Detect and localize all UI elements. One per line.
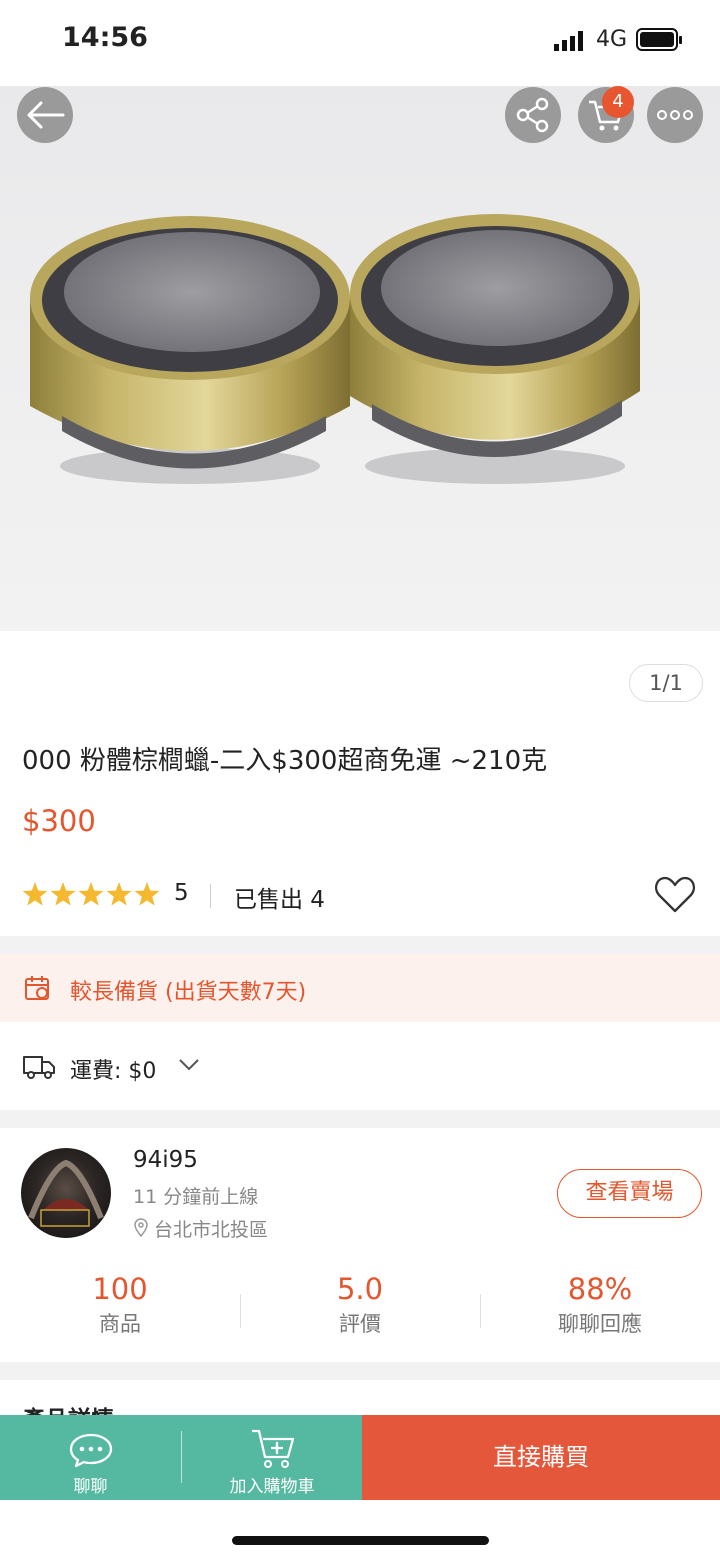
add-cart-icon [252, 1429, 295, 1468]
section-gap [0, 1362, 720, 1380]
stat-label: 評價 [339, 1312, 381, 1336]
product-image[interactable] [0, 86, 720, 631]
rating-count: 5 [174, 880, 189, 906]
back-button[interactable] [17, 87, 73, 143]
sold-count: 已售出 4 [234, 887, 325, 913]
truck-icon [23, 1056, 55, 1079]
product-title: 000 粉體棕櫚蠟-二入$300超商免運 ~210克 [22, 746, 548, 776]
view-shop-button[interactable]: 查看賣場 [557, 1169, 702, 1218]
bottom-action-bar: 聊聊 加入購物車 直接購買 [0, 1415, 720, 1500]
section-gap [0, 1110, 720, 1128]
image-counter: 1/1 [629, 664, 703, 702]
chevron-down-icon[interactable] [178, 1058, 200, 1072]
status-bar: 14:56 4G [0, 0, 720, 86]
buy-now-button[interactable]: 直接購買 [362, 1415, 720, 1500]
star-icon [22, 882, 48, 906]
location-icon [134, 1218, 148, 1238]
star-icon [106, 882, 132, 906]
section-gap [0, 936, 720, 954]
preorder-text: 較長備貨 (出貨天數7天) [70, 980, 307, 1005]
star-icon [50, 882, 76, 906]
stat-value: 5.0 [336, 1272, 384, 1306]
divider [210, 884, 211, 908]
more-button[interactable] [647, 87, 703, 143]
star-icon [78, 882, 104, 906]
back-icon [27, 101, 65, 129]
heart-icon[interactable] [654, 876, 696, 914]
stat-ratings[interactable]: 5.0 評價 [240, 1272, 480, 1338]
chat-label: 聊聊 [73, 1477, 108, 1497]
rating-stars [22, 882, 160, 906]
battery-icon [636, 28, 682, 51]
stat-label: 商品 [99, 1312, 141, 1336]
shipping-fee: 運費: $0 [70, 1059, 157, 1084]
stat-label: 聊聊回應 [558, 1312, 642, 1336]
seller-location: 台北市北投區 [154, 1219, 269, 1241]
stat-chat-response[interactable]: 88% 聊聊回應 [480, 1272, 720, 1338]
more-icon [657, 110, 693, 120]
signal-icon [554, 31, 583, 51]
add-cart-label: 加入購物車 [229, 1477, 315, 1497]
stat-value: 88% [567, 1272, 633, 1306]
product-price: $300 [22, 804, 96, 838]
stat-value: 100 [92, 1272, 148, 1306]
share-icon [516, 97, 549, 133]
stat-products[interactable]: 100 商品 [0, 1272, 240, 1338]
calendar-icon [25, 976, 49, 1000]
seller-avatar[interactable] [21, 1148, 111, 1238]
add-to-cart-button[interactable]: 加入購物車 [182, 1415, 362, 1500]
chat-icon [69, 1433, 113, 1468]
share-button[interactable] [505, 87, 561, 143]
product-photo [30, 214, 640, 484]
chat-button[interactable]: 聊聊 [0, 1415, 181, 1500]
seller-name[interactable]: 94i95 [133, 1147, 198, 1173]
seller-online-status: 11 分鐘前上線 [133, 1186, 259, 1208]
status-time: 14:56 [62, 22, 148, 53]
star-icon [134, 882, 160, 906]
cart-count-badge: 4 [602, 86, 634, 118]
avatar-image [28, 1159, 104, 1227]
home-indicator[interactable] [232, 1536, 489, 1545]
network-type: 4G [596, 27, 628, 52]
